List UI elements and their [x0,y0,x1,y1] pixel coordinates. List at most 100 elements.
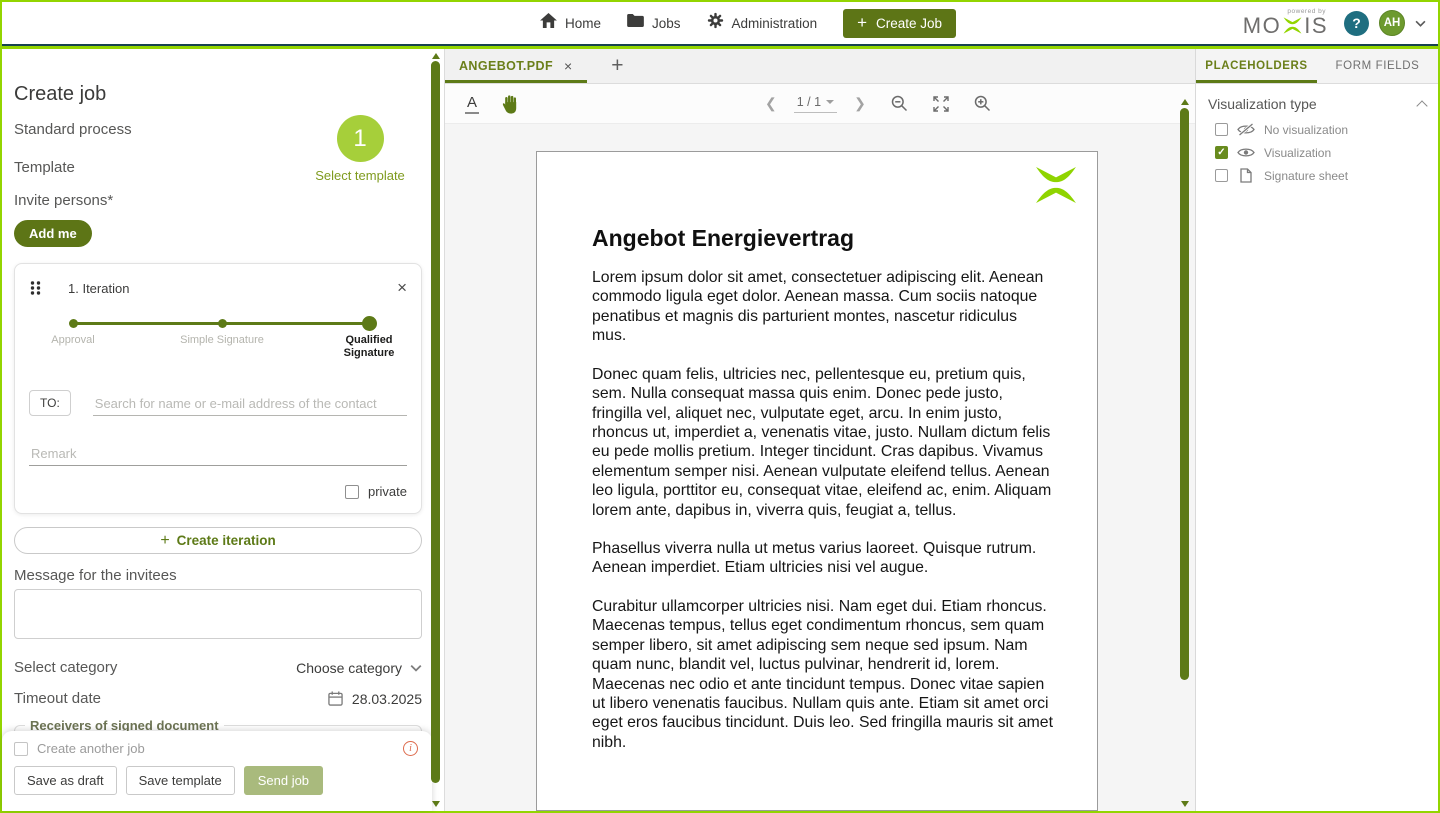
nav-administration-label: Administration [732,16,818,31]
option-label: Signature sheet [1264,169,1348,183]
drag-handle-icon[interactable] [29,280,42,296]
pdf-page[interactable]: Angebot Energievertrag Lorem ipsum dolor… [536,151,1098,811]
zoom-in-icon[interactable] [974,95,991,112]
fit-to-screen-icon[interactable] [933,96,949,112]
calendar-icon [328,691,343,706]
page-indicator-value: 1 / 1 [797,95,821,109]
create-another-job-label: Create another job [37,741,145,756]
document-tabbar: ANGEBOT.PDF × + [445,49,1195,84]
option-visualization: ✓ Visualization [1215,144,1426,161]
eye-icon [1237,146,1255,159]
document-content: Angebot Energievertrag Lorem ipsum dolor… [537,152,1097,752]
save-as-draft-button[interactable]: Save as draft [14,766,117,795]
user-menu-chevron-down-icon[interactable] [1415,20,1426,27]
category-label: Select category [14,659,117,676]
collapse-section-chevron-up-icon[interactable] [1416,100,1427,111]
slider-label-qualified-signature: Qualified Signature [327,334,411,359]
gear-icon [707,12,724,34]
step-number-badge: 1 [337,115,384,162]
moxis-logo: powered by MO IS [1243,7,1328,39]
moxis-x-icon [1281,14,1304,39]
previous-page-icon[interactable]: ❮ [765,95,777,112]
create-job-button[interactable]: + Create Job [843,9,956,38]
document-paragraph: Donec quam felis, ultricies nec, pellent… [592,365,1054,520]
message-textarea[interactable] [14,589,422,639]
timeout-date-value: 28.03.2025 [352,691,422,707]
page-dropdown-caret-icon [826,100,834,104]
document-paragraph: Lorem ipsum dolor sit amet, consectetuer… [592,268,1054,346]
add-me-button[interactable]: Add me [14,220,92,247]
question-mark-icon: ? [1352,15,1361,31]
top-nav-bar: Home Jobs [2,2,1438,44]
chevron-down-icon [410,664,422,672]
text-annotation-tool[interactable]: A [465,94,479,114]
logo-text-left: MO [1243,13,1281,39]
slider-stop-qualified-signature[interactable] [362,316,377,331]
timeout-date-picker[interactable]: 28.03.2025 [328,691,422,707]
scroll-up-arrow-icon[interactable] [1181,99,1189,105]
create-job-label: Create Job [876,16,942,31]
category-dropdown[interactable]: Choose category [296,660,422,676]
nav-home[interactable]: Home [540,13,601,33]
right-panel-tabs: PLACEHOLDERS FORM FIELDS [1196,49,1438,84]
visualization-type-title: Visualization type [1208,96,1317,112]
document-paragraph: Phasellus viverra nulla ut metus varius … [592,539,1054,578]
pdf-scrollbar-thumb[interactable] [1180,108,1189,680]
folder-icon [627,14,644,32]
slider-stop-approval[interactable] [69,319,78,328]
nav-administration[interactable]: Administration [707,12,818,34]
save-template-button[interactable]: Save template [126,766,235,795]
nav-jobs[interactable]: Jobs [627,14,681,32]
plus-icon: + [160,532,169,550]
tab-close-icon[interactable]: × [564,58,572,74]
private-checkbox[interactable] [345,485,359,499]
pdf-viewer: ANGEBOT.PDF × + A ❮ [444,49,1195,811]
create-another-job-checkbox[interactable] [14,742,28,756]
scroll-down-arrow-icon[interactable] [432,801,440,807]
option-signature-sheet: ✓ Signature sheet [1215,167,1426,184]
create-iteration-button[interactable]: + Create iteration [14,527,422,554]
info-icon[interactable]: i [403,741,418,756]
tab-form-fields[interactable]: FORM FIELDS [1317,49,1438,83]
iteration-close-icon[interactable]: × [397,281,407,295]
document-tab-label: ANGEBOT.PDF [459,59,553,73]
eye-off-icon [1237,123,1255,136]
add-document-button[interactable]: + [611,57,623,75]
to-selector-button[interactable]: TO: [29,390,71,416]
hand-tool-icon[interactable] [501,93,520,114]
zoom-out-icon[interactable] [891,95,908,112]
iteration-card: 1. Iteration × Approval Simple Signature… [14,263,422,514]
placeholders-panel: PLACEHOLDERS FORM FIELDS Visualization t… [1195,49,1438,811]
pdf-scrollbar [1180,99,1191,807]
create-iteration-label: Create iteration [177,533,276,548]
visualization-checkbox[interactable]: ✓ [1215,146,1228,159]
signature-sheet-checkbox[interactable]: ✓ [1215,169,1228,182]
select-template-button[interactable]: 1 Select template [314,115,406,183]
pdf-canvas: Angebot Energievertrag Lorem ipsum dolor… [445,124,1195,811]
scroll-down-arrow-icon[interactable] [1181,801,1189,807]
pdf-toolbar: A ❮ 1 / 1 ❯ [445,84,1195,124]
help-button[interactable]: ? [1344,11,1369,36]
plus-icon: + [857,17,867,29]
scroll-up-arrow-icon[interactable] [432,53,440,59]
page-indicator[interactable]: 1 / 1 [794,95,837,113]
slider-stop-simple-signature[interactable] [218,319,227,328]
select-template-label: Select template [314,168,406,183]
no-visualization-checkbox[interactable]: ✓ [1215,123,1228,136]
iteration-title: 1. Iteration [68,281,129,296]
signature-level-slider[interactable]: Approval Simple Signature Qualified Sign… [29,314,407,376]
remark-input[interactable] [29,442,407,466]
next-page-icon[interactable]: ❯ [854,95,866,112]
create-job-panel: Create job Standard process Template 1 S… [2,49,444,811]
nav-home-label: Home [565,16,601,31]
job-actions-footer: Create another job i Save as draft Save … [2,731,432,811]
tab-placeholders[interactable]: PLACEHOLDERS [1196,49,1317,83]
document-tab-angebot[interactable]: ANGEBOT.PDF × [445,49,587,83]
avatar[interactable]: AH [1379,10,1405,36]
logo-text-right: IS [1304,13,1328,39]
send-job-button[interactable]: Send job [244,766,323,795]
page-title: Create job [14,83,422,106]
contact-search-input[interactable] [93,392,407,416]
left-panel-scrollbar-thumb[interactable] [431,61,440,783]
home-icon [540,13,557,33]
